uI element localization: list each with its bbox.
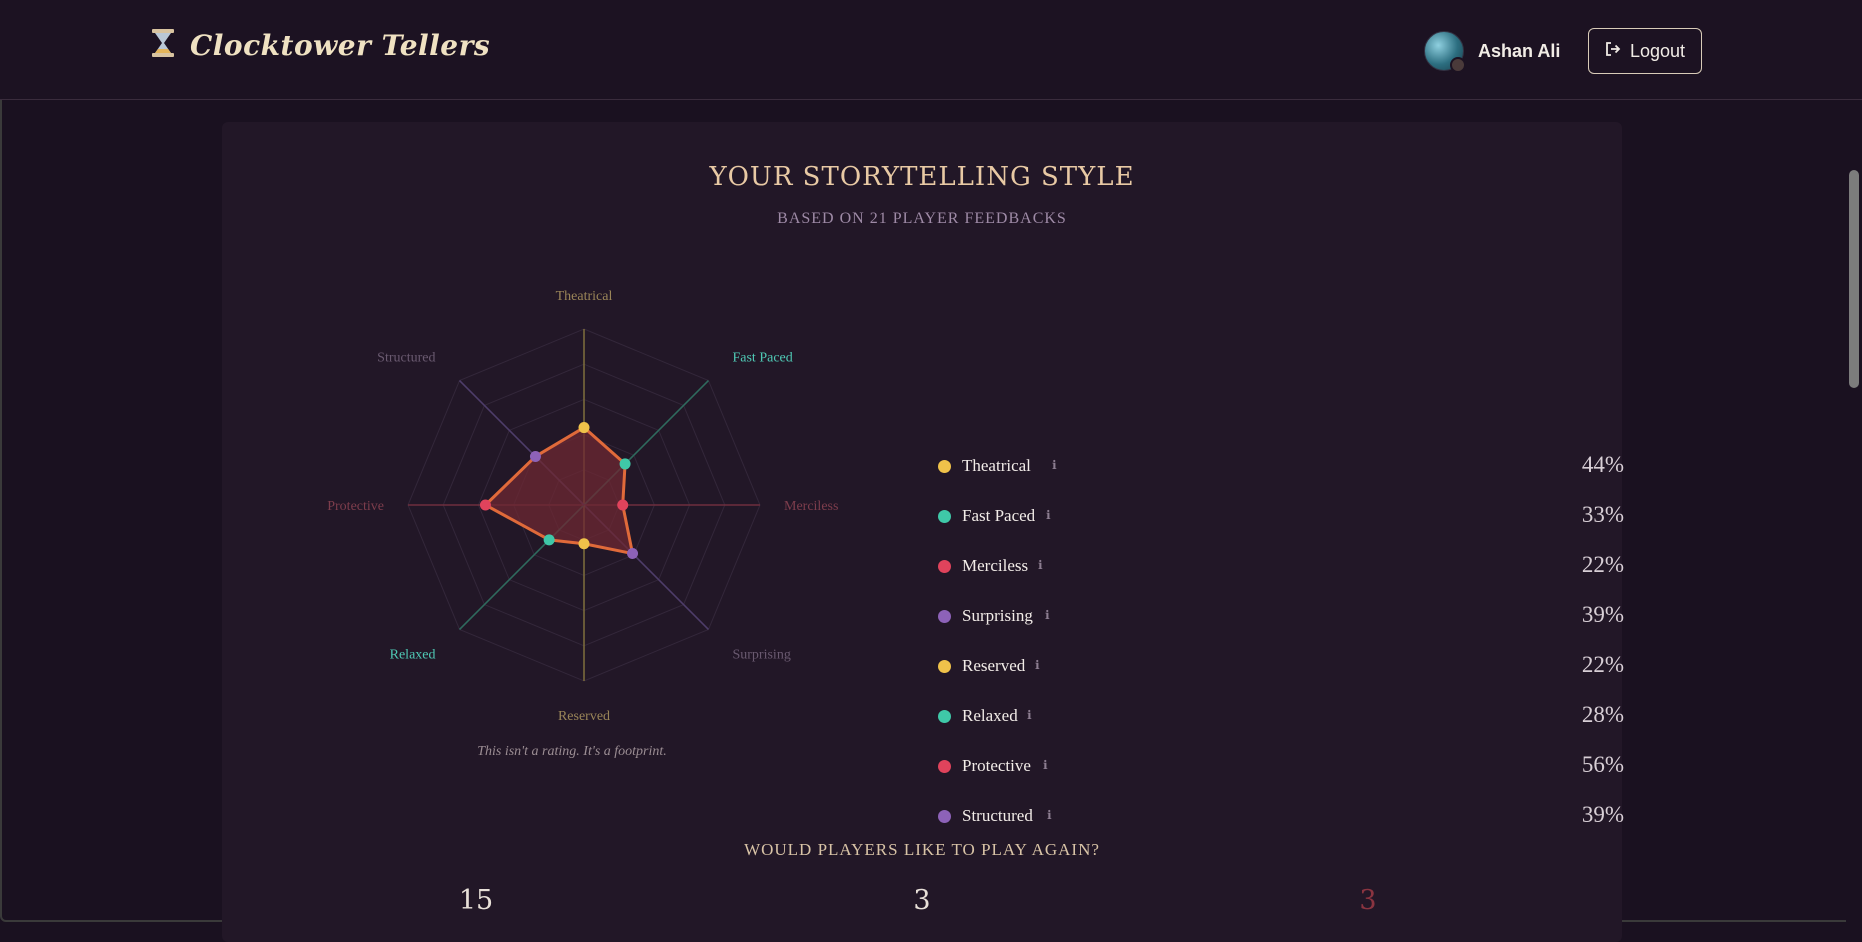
radar-data-point <box>529 450 541 462</box>
info-icon[interactable]: ℹ <box>1047 808 1052 822</box>
legend-value: 22% <box>1581 552 1624 577</box>
info-icon[interactable]: ℹ <box>1045 608 1050 622</box>
play-again-yes-count: 15 <box>458 885 494 916</box>
legend-value: 33% <box>1581 502 1624 527</box>
logout-icon <box>1605 41 1621 62</box>
radar-data-point <box>617 499 629 511</box>
radar-data-point <box>619 458 631 470</box>
legend-color-dot <box>938 610 951 623</box>
legend-item: Relaxed ℹ 28% <box>938 700 1624 740</box>
legend-label: Structured <box>962 806 1033 825</box>
scrollbar[interactable] <box>1846 100 1862 922</box>
radar-data-point <box>627 548 639 560</box>
legend-item: Theatrical ℹ 44% <box>938 450 1624 490</box>
legend-item: Protective ℹ 56% <box>938 750 1624 790</box>
logout-button[interactable]: Logout <box>1588 28 1702 74</box>
info-icon[interactable]: ℹ <box>1046 508 1051 522</box>
info-icon[interactable]: ℹ <box>1035 658 1040 672</box>
legend-value: 56% <box>1581 752 1624 777</box>
radar-data-point <box>578 538 590 550</box>
legend-item: Fast Paced ℹ 33% <box>938 500 1624 540</box>
avatar[interactable] <box>1424 31 1466 73</box>
legend-label: Fast Paced <box>962 506 1036 525</box>
legend-value: 22% <box>1581 652 1624 677</box>
radar-data-point <box>479 499 491 511</box>
legend-item: Surprising ℹ 39% <box>938 600 1624 640</box>
legend-color-dot <box>938 760 951 773</box>
play-again-title: WOULD PLAYERS LIKE TO PLAY AGAIN? <box>744 840 1100 859</box>
radar-axis-label: Merciless <box>784 499 838 514</box>
play-again-maybe-count: 3 <box>913 885 931 916</box>
brand-title: Clocktower Tellers <box>190 29 491 62</box>
legend-label: Relaxed <box>962 706 1018 725</box>
user-profile[interactable]: Ashan Ali <box>1424 31 1561 73</box>
radar-axis-label: Fast Paced <box>732 351 792 366</box>
legend-color-dot <box>938 560 951 573</box>
radar-data-point <box>543 534 555 546</box>
radar-chart: Theatrical Fast Paced Merciless Surprising R… <box>327 289 838 724</box>
legend-color-dot <box>938 810 951 823</box>
storytelling-style-card: YOUR STORYTELLING STYLE BASED ON 21 PLAY… <box>222 122 1624 942</box>
legend-item: Structured ℹ 39% <box>938 800 1624 840</box>
legend-color-dot <box>938 510 951 523</box>
radar-axis-label: Protective <box>327 499 384 514</box>
legend-item: Reserved ℹ 22% <box>938 650 1624 690</box>
user-name: Ashan Ali <box>1478 40 1561 61</box>
legend-value: 39% <box>1581 802 1624 827</box>
legend-label: Theatrical <box>962 456 1031 475</box>
brand[interactable]: Clocktower Tellers <box>150 28 490 63</box>
legend-label: Protective <box>962 756 1031 775</box>
legend-value: 44% <box>1581 452 1624 477</box>
play-again-no-count: 3 <box>1359 885 1377 916</box>
legend-item: Merciless ℹ 22% <box>938 550 1624 590</box>
info-icon[interactable]: ℹ <box>1027 708 1032 722</box>
legend-color-dot <box>938 710 951 723</box>
info-icon[interactable]: ℹ <box>1038 558 1043 572</box>
top-navbar: Clocktower Tellers Ashan Ali Logout <box>0 0 1862 100</box>
radar-axis-label: Reserved <box>558 709 610 724</box>
radar-caption: This isn't a rating. It's a footprint. <box>477 744 667 759</box>
radar-data-area <box>483 426 635 556</box>
legend-color-dot <box>938 460 951 473</box>
legend-value: 39% <box>1581 602 1624 627</box>
hourglass-icon <box>150 28 176 63</box>
radar-axis-label: Theatrical <box>556 289 613 304</box>
avatar-status-badge <box>1450 57 1466 73</box>
radar-axis-label: Structured <box>377 351 435 366</box>
radar-axis-label: Surprising <box>732 647 790 662</box>
scrollbar-thumb[interactable] <box>1849 170 1859 388</box>
logout-label: Logout <box>1629 40 1686 61</box>
legend-value: 28% <box>1581 702 1624 727</box>
legend-label: Reserved <box>962 656 1026 675</box>
radar-data-point <box>578 422 590 434</box>
radar-axis-label: Relaxed <box>390 647 436 662</box>
info-icon[interactable]: ℹ <box>1052 458 1057 472</box>
info-icon[interactable]: ℹ <box>1043 758 1048 772</box>
legend-label: Merciless <box>962 556 1029 575</box>
legend-color-dot <box>938 660 951 673</box>
legend-label: Surprising <box>962 606 1033 625</box>
